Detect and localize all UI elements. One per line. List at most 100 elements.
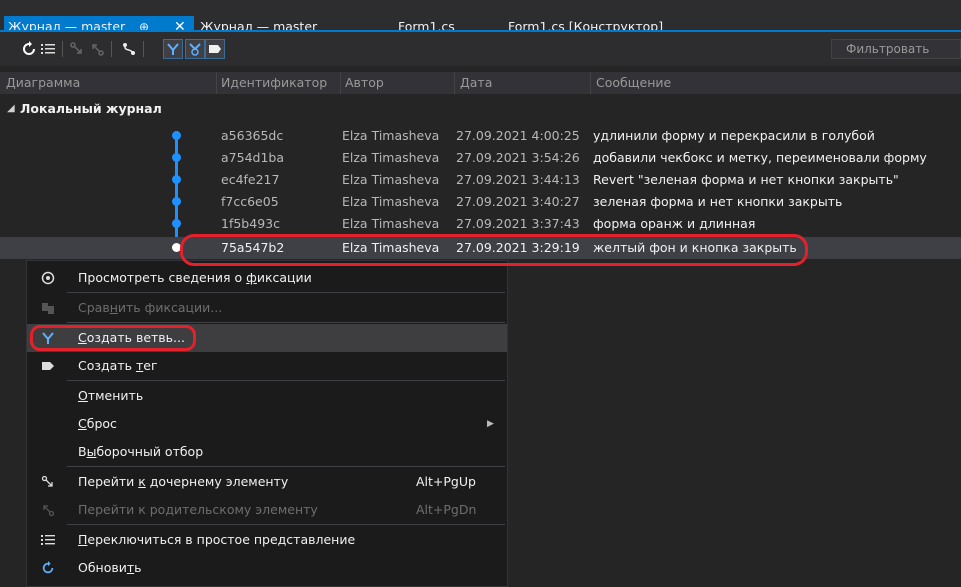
menu-item-go-to-parent[interactable]: Перейти к родительскому элементу Alt+PgD… [27,496,507,524]
submenu-arrow-icon: ▶ [487,419,494,429]
commit-id: ec4fe217 [221,172,280,187]
commit-date: 27.09.2021 3:37:43 [456,216,580,231]
tag-icon [40,358,56,374]
commit-date: 27.09.2021 3:40:27 [456,194,580,209]
commit-node-icon [172,131,181,140]
commit-row[interactable]: 1f5b493c Elza Timasheva 27.09.2021 3:37:… [0,213,961,235]
commit-date: 27.09.2021 3:29:19 [456,240,580,255]
commit-id: a754d1ba [221,150,285,165]
local-remote-icon[interactable] [185,39,205,59]
commit-author: Elza Timasheva [342,216,440,231]
menu-separator [67,322,505,323]
commit-message: желтый фон и кнопка закрыть [593,240,797,255]
column-divider[interactable] [216,72,217,94]
commit-context-menu: Просмотреть сведения о фиксации Сравнить… [26,260,508,587]
menu-item-cherry-pick[interactable]: Выборочный отбор [27,438,507,466]
menu-label: Сравнить фиксации... [78,300,223,315]
menu-label: Создать тег [78,358,158,373]
create-branch-icon [40,330,56,346]
list-view-icon[interactable] [39,40,57,58]
list-view-icon [40,532,56,548]
compare-icon [40,300,56,316]
menu-label: Отменить [78,388,144,403]
filter-input[interactable]: Фильтровать [831,39,961,59]
history-toolbar: Фильтровать [0,32,961,66]
commit-row-selected[interactable]: 75a547b2 Elza Timasheva 27.09.2021 3:29:… [0,237,961,259]
menu-item-create-tag[interactable]: Создать тег [27,352,507,380]
column-divider[interactable] [340,72,341,94]
menu-item-refresh[interactable]: Обновить [27,554,507,582]
column-graph[interactable]: Диаграмма [6,72,80,94]
commit-node-icon [172,153,181,162]
menu-label: Перейти к родительскому элементу [78,502,318,517]
commit-node-icon [172,219,181,228]
commit-author: Elza Timasheva [342,172,440,187]
go-child-icon [40,474,56,490]
show-tags-icon[interactable] [205,39,225,59]
menu-label: Обновить [78,560,142,575]
menu-item-reset[interactable]: Сброс ▶ [27,410,507,438]
menu-label: Переключиться в простое представление [78,532,356,547]
toolbar-separator [143,41,144,57]
create-branch-icon[interactable] [163,39,183,59]
column-divider[interactable] [590,72,591,94]
local-history-group[interactable]: ◢ Локальный журнал [0,99,961,119]
go-parent-icon[interactable] [88,40,106,58]
column-divider[interactable] [454,72,455,94]
menu-item-revert[interactable]: Отменить [27,382,507,410]
menu-shortcut: Alt+PgDn [416,502,477,517]
collapse-arrow-icon[interactable]: ◢ [7,99,15,119]
menu-separator [67,292,505,293]
commit-message: зеленая форма и нет кнопки закрыть [593,194,843,209]
commit-row[interactable]: a754d1ba Elza Timasheva 27.09.2021 3:54:… [0,147,961,169]
menu-item-simple-view[interactable]: Переключиться в простое представление [27,526,507,554]
commit-message: Revert "зеленая форма и нет кнопки закры… [593,172,899,187]
menu-item-create-branch[interactable]: Создать ветвь... [27,324,507,352]
menu-label: Создать ветвь... [78,330,185,345]
graph-toggle-icon[interactable] [120,40,138,58]
commit-author: Elza Timasheva [342,194,440,209]
commit-message: добавили чекбокс и метку, переименовали … [593,150,927,165]
menu-item-go-to-child[interactable]: Перейти к дочернему элементу Alt+PgUp [27,468,507,496]
commit-date: 27.09.2021 3:44:13 [456,172,580,187]
go-parent-icon [40,502,56,518]
column-header-row: Диаграмма Идентификатор Автор Дата Сообщ… [0,72,961,94]
menu-item-view-commit-details[interactable]: Просмотреть сведения о фиксации [27,264,507,292]
commit-id: a56365dc [221,128,284,143]
commit-row[interactable]: f7cc6e05 Elza Timasheva 27.09.2021 3:40:… [0,191,961,213]
commit-details-icon [40,270,56,286]
menu-separator [67,524,505,525]
document-tab-bar: Журнал — master ⊕ ✕ Журнал — master Form… [0,0,961,38]
toolbar-separator [62,41,63,57]
commit-message: удлинили форму и перекрасили в голубой [593,128,875,143]
group-title: Локальный журнал [20,101,162,116]
column-date[interactable]: Дата [460,72,492,94]
commit-author: Elza Timasheva [342,240,440,255]
commit-id: f7cc6e05 [221,194,279,209]
menu-label: Выборочный отбор [78,444,204,459]
column-id[interactable]: Идентификатор [221,72,327,94]
toolbar-separator [111,41,112,57]
commit-date: 27.09.2021 3:54:26 [456,150,580,165]
commit-author: Elza Timasheva [342,150,440,165]
commit-row[interactable]: ec4fe217 Elza Timasheva 27.09.2021 3:44:… [0,169,961,191]
menu-separator [67,466,505,467]
commit-node-icon [172,175,181,184]
commit-date: 27.09.2021 4:00:25 [456,128,580,143]
menu-item-compare-commits[interactable]: Сравнить фиксации... [27,294,507,322]
column-author[interactable]: Автор [345,72,384,94]
refresh-icon [40,560,56,576]
commit-message: форма оранж и длинная [593,216,756,231]
refresh-icon[interactable] [20,40,38,58]
menu-label: Сброс [78,416,117,431]
menu-shortcut: Alt+PgUp [416,474,476,489]
menu-label: Просмотреть сведения о фиксации [78,270,312,285]
go-child-icon[interactable] [68,40,86,58]
commit-node-icon [172,197,181,206]
commit-author: Elza Timasheva [342,128,440,143]
column-message[interactable]: Сообщение [596,72,671,94]
menu-label: Перейти к дочернему элементу [78,474,289,489]
commit-row[interactable]: a56365dc Elza Timasheva 27.09.2021 4:00:… [0,125,961,147]
commit-id: 75a547b2 [221,240,285,255]
commit-id: 1f5b493c [221,216,280,231]
